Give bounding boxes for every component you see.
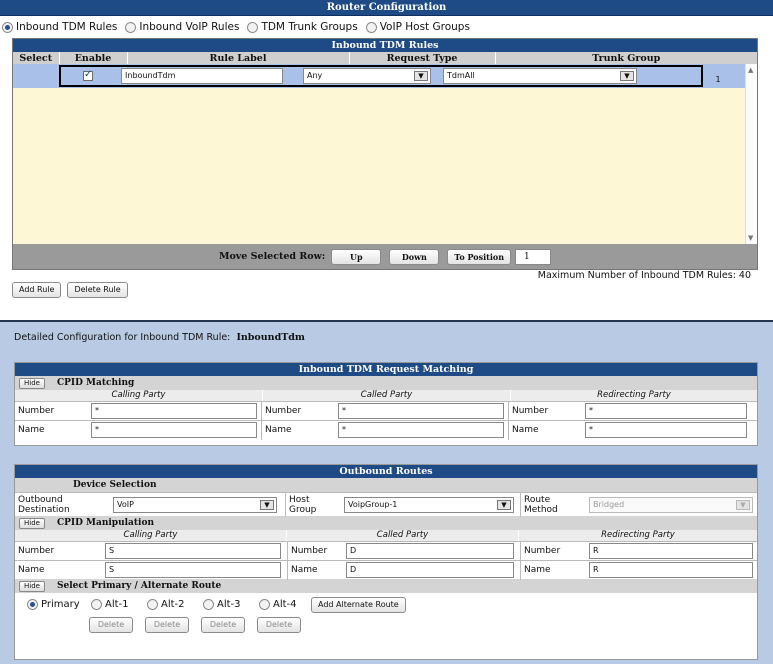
redirect-name-input[interactable]: * [585, 422, 747, 438]
party-headers: Calling Party Called Party Redirecting P… [15, 530, 757, 541]
route-alt-2[interactable]: Alt-2 [147, 599, 185, 610]
delete-alt-2-button: Delete [145, 617, 189, 633]
detail-heading: Detailed Configuration for Inbound TDM R… [14, 332, 305, 343]
tab-inbound-tdm[interactable]: Inbound TDM Rules [2, 21, 117, 33]
enable-checkbox[interactable] [83, 69, 94, 81]
trunk-group-select[interactable]: TdmAll ▼ [443, 68, 637, 84]
out-redirect-number-input[interactable]: R [589, 543, 753, 559]
rules-table-header: Select Enable Rule Label Request Type Tr… [13, 52, 757, 64]
hide-button[interactable]: Hide [19, 517, 45, 529]
column-trunk-group: Trunk Group [495, 52, 757, 64]
chevron-down-icon[interactable]: ▼ [414, 71, 428, 81]
rules-table: Inbound TDM Rules Select Enable Rule Lab… [12, 38, 758, 270]
rule-label-input[interactable]: InboundTdm [121, 68, 283, 84]
radio-icon[interactable] [91, 599, 102, 610]
row-editor-left: InboundTdm [59, 65, 283, 87]
called-number-input[interactable]: * [338, 403, 504, 419]
cpid-matching-bar: Hide CPID Matching [15, 376, 757, 390]
radio-icon[interactable] [27, 599, 38, 610]
out-redirect-name-input[interactable]: R [589, 562, 753, 578]
chevron-down-icon: ▼ [736, 499, 750, 510]
route-alt-4[interactable]: Alt-4 [259, 599, 297, 610]
page-title: Router Configuration [0, 0, 773, 16]
route-method-select: Bridged ▼ [589, 496, 753, 513]
request-matching-panel: Inbound TDM Request Matching Hide CPID M… [14, 362, 758, 446]
column-enable: Enable [59, 52, 128, 64]
to-position-button[interactable]: To Position [447, 248, 512, 265]
called-name-input[interactable]: * [338, 422, 504, 438]
column-rule-label: Rule Label [127, 52, 350, 64]
move-row-bar: Move Selected Row: Up Down To Position 1 [13, 244, 757, 269]
move-up-button[interactable]: Up [331, 248, 382, 265]
delete-alt-3-button: Delete [201, 617, 245, 633]
cpid-manipulation-bar: Hide CPID Manipulation [15, 516, 757, 530]
move-row-label: Move Selected Row: [218, 251, 326, 262]
radio-icon[interactable] [247, 21, 259, 33]
rules-list: InboundTdm Any▼ TdmAll▼ 1 ▲ ▼ [13, 64, 757, 244]
select-route-bar: Hide Select Primary / Alternate Route [15, 579, 757, 593]
out-called-number-input[interactable]: D [346, 543, 514, 559]
device-selection-bar: Device Selection [15, 478, 757, 492]
tab-inbound-voip[interactable]: Inbound VoIP Rules [125, 21, 239, 33]
move-down-button[interactable]: Down [389, 248, 440, 265]
redirect-number-input[interactable]: * [585, 403, 747, 419]
outbound-destination-select[interactable]: VoIP ▼ [113, 496, 277, 513]
outbound-routes-panel: Outbound Routes Device Selection Outboun… [14, 464, 758, 660]
manipulation-name-row: Name S Name D Name R [15, 560, 757, 580]
route-primary[interactable]: Primary [27, 599, 80, 610]
route-alt-3[interactable]: Alt-3 [203, 599, 241, 610]
add-alternate-route-button[interactable]: Add Alternate Route [311, 597, 406, 613]
tab-voip-host-groups[interactable]: VoIP Host Groups [365, 21, 470, 33]
calling-number-input[interactable]: * [91, 403, 257, 419]
hide-button[interactable]: Hide [19, 377, 45, 389]
scroll-up-icon[interactable]: ▲ [748, 66, 753, 74]
outbound-routes-title: Outbound Routes [15, 465, 757, 478]
route-selector: Primary Alt-1 Alt-2 Alt-3 Alt-4 Add Alte… [15, 593, 757, 635]
max-rules-text: Maximum Number of Inbound TDM Rules: 40 [537, 270, 751, 281]
position-input[interactable]: 1 [515, 248, 552, 265]
radio-icon[interactable] [125, 21, 137, 33]
matching-name-row: Name * Name * Name * [15, 420, 757, 440]
row-editor-right: Any ▼ TdmAll ▼ [283, 65, 703, 87]
radio-icon[interactable] [147, 599, 158, 610]
out-called-name-input[interactable]: D [346, 562, 514, 578]
request-type-select[interactable]: Any ▼ [303, 68, 431, 84]
delete-alt-1-button: Delete [89, 617, 133, 633]
radio-icon[interactable] [259, 599, 270, 610]
column-select: Select [13, 52, 60, 64]
delete-alt-4-button: Delete [257, 617, 301, 633]
party-headers: Calling Party Called Party Redirecting P… [15, 390, 757, 401]
chevron-down-icon[interactable]: ▼ [620, 71, 634, 81]
host-group-select[interactable]: VoipGroup-1 ▼ [344, 496, 514, 513]
add-rule-button[interactable]: Add Rule [12, 282, 62, 298]
radio-icon[interactable] [203, 599, 214, 610]
radio-icon[interactable] [2, 21, 13, 33]
manipulation-number-row: Number S Number D Number R [15, 541, 757, 561]
rules-table-title: Inbound TDM Rules [13, 39, 757, 52]
chevron-down-icon[interactable]: ▼ [497, 499, 511, 510]
device-selection-row: Outbound Destination VoIP ▼ Host Group Voip… [15, 492, 757, 517]
rules-scrollbar[interactable]: ▲ ▼ [745, 64, 757, 244]
route-alt-1[interactable]: Alt-1 [91, 599, 129, 610]
column-request-type: Request Type [349, 52, 496, 64]
calling-name-input[interactable]: * [91, 422, 257, 438]
tab-radio-group: Inbound TDM Rules Inbound VoIP Rules TDM… [0, 16, 773, 38]
row-index: 1 [715, 74, 721, 84]
chevron-down-icon[interactable]: ▼ [260, 499, 274, 510]
out-calling-name-input[interactable]: S [105, 562, 281, 578]
out-calling-number-input[interactable]: S [105, 543, 281, 559]
request-matching-title: Inbound TDM Request Matching [15, 363, 757, 376]
hide-button[interactable]: Hide [19, 580, 45, 592]
scroll-down-icon[interactable]: ▼ [748, 234, 753, 242]
matching-number-row: Number * Number * Number * [15, 401, 757, 421]
tab-tdm-trunk-groups[interactable]: TDM Trunk Groups [247, 21, 358, 33]
table-row[interactable]: InboundTdm Any▼ TdmAll▼ 1 [13, 64, 757, 88]
detail-section: Detailed Configuration for Inbound TDM R… [0, 320, 773, 664]
radio-icon[interactable] [365, 21, 377, 33]
delete-rule-button[interactable]: Delete Rule [67, 282, 128, 298]
